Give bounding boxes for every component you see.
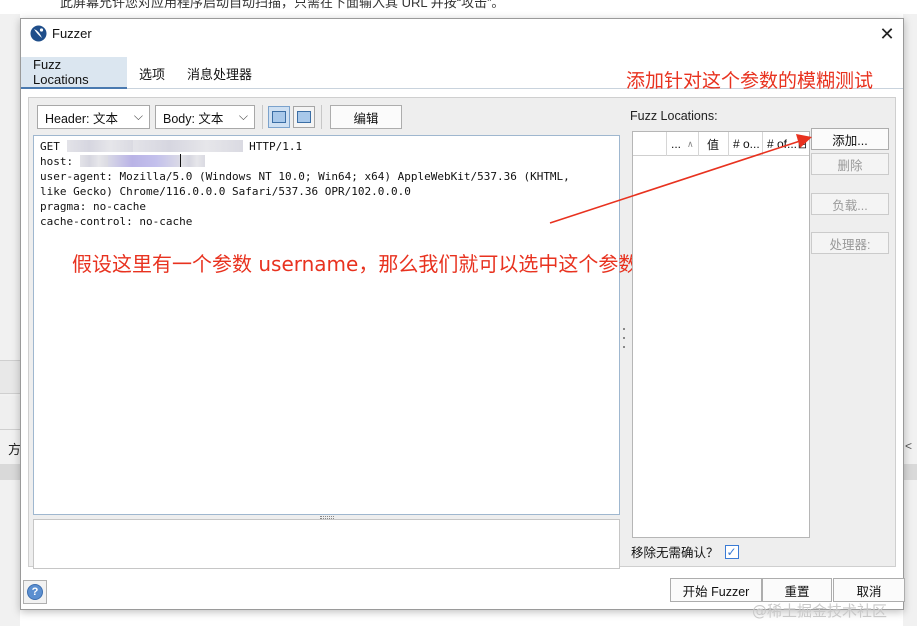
- column-chooser-icon[interactable]: ⊟: [798, 138, 807, 151]
- request-line: GET HTTP/1.1: [40, 139, 613, 154]
- toolbar-divider: [321, 105, 322, 129]
- chevron-down-icon: ⌵: [133, 109, 143, 123]
- request-header-line: cache-control: no-cache: [40, 215, 193, 228]
- remove-button-label: 删除: [837, 158, 863, 173]
- tab-message-processors[interactable]: 消息处理器: [175, 57, 264, 89]
- remove-without-confirm-row: 移除无需确认？ ✓: [631, 542, 739, 561]
- split-vertical-view-button[interactable]: [268, 106, 290, 128]
- chevron-down-icon: ⌵: [238, 109, 248, 123]
- add-button[interactable]: 添加...: [811, 128, 889, 150]
- column-header-processors[interactable]: # o...: [729, 132, 763, 156]
- remove-without-confirm-label: 移除无需确认？: [631, 546, 719, 560]
- request-header-line: like Gecko) Chrome/116.0.0.0 Safari/537.…: [40, 185, 411, 198]
- zap-logo-icon: [30, 25, 47, 42]
- request-header-line: pragma: no-cache: [40, 200, 146, 213]
- tab-label: 消息处理器: [187, 66, 253, 82]
- background-band: [903, 464, 917, 480]
- processors-button-label: 处理器:: [829, 237, 871, 252]
- reset-label: 重置: [784, 584, 810, 599]
- layout-split-icon: [272, 111, 286, 123]
- tab-label: 选项: [139, 66, 166, 82]
- watermark: @稀土掘金技术社区: [752, 602, 888, 620]
- grip-dot: [623, 346, 625, 348]
- title-bar: Fuzzer ✕: [21, 19, 903, 49]
- edit-button[interactable]: 编辑: [330, 105, 402, 129]
- payloads-button[interactable]: 负载...: [811, 193, 889, 215]
- annotation-add-fuzz: 添加针对这个参数的模糊测试: [626, 71, 874, 92]
- fuzz-locations-panel: Header: 文本 ⌵ Body: 文本 ⌵ 编辑 GET HTTP/1.1 …: [28, 97, 896, 569]
- cancel-button[interactable]: 取消: [833, 578, 905, 602]
- processors-button[interactable]: 处理器:: [811, 232, 889, 254]
- background-app-right: <: [903, 14, 917, 626]
- toolbar-divider: [262, 105, 263, 129]
- body-view-select[interactable]: Body: 文本 ⌵: [155, 105, 255, 129]
- split-horizontal-view-button[interactable]: [293, 106, 315, 128]
- request-method: GET: [40, 140, 60, 153]
- layout-tabs-icon: [297, 111, 311, 123]
- column-header-payloads[interactable]: # of... ⊟: [763, 132, 809, 156]
- background-band: [0, 464, 20, 480]
- header-view-value: Header: 文本: [45, 111, 118, 126]
- request-host-line: host:: [40, 154, 613, 169]
- window-title: Fuzzer: [52, 26, 92, 41]
- grip-dot: [623, 337, 625, 339]
- add-button-label: 添加...: [832, 133, 868, 148]
- start-fuzzer-label: 开始 Fuzzer: [682, 584, 750, 599]
- redacted-url: [66, 140, 133, 152]
- column-header-value[interactable]: 值: [699, 132, 729, 156]
- background-right-text: <: [905, 439, 913, 453]
- tab-options[interactable]: 选项: [127, 57, 177, 89]
- redacted-host: [79, 155, 108, 167]
- remove-without-confirm-checkbox[interactable]: ✓: [724, 544, 739, 559]
- start-fuzzer-button[interactable]: 开始 Fuzzer: [670, 578, 762, 602]
- column-header-blank[interactable]: [633, 132, 667, 156]
- reset-button[interactable]: 重置: [762, 578, 832, 602]
- checkmark-icon: ✓: [726, 544, 737, 559]
- vertical-splitter[interactable]: [621, 328, 627, 348]
- background-app-left: 方: [0, 14, 21, 626]
- table-header: ... ∧ 值 # o... # of... ⊟: [633, 132, 809, 156]
- tab-fuzz-locations[interactable]: Fuzz Locations: [21, 57, 127, 89]
- column-label: ...: [671, 137, 682, 151]
- fuzz-locations-table[interactable]: ... ∧ 值 # o... # of... ⊟: [632, 131, 810, 538]
- annotation-select-parameter: 假设这里有一个参数 username，那么我们就可以选中这个参数: [72, 252, 639, 276]
- request-version: HTTP/1.1: [249, 140, 303, 153]
- background-app-text: 此屏幕允许您对应用程序启动自动扫描，只需在下面输入其 URL 并按“攻击”。: [60, 0, 505, 10]
- request-header-line: user-agent: Mozilla/5.0 (Windows NT 10.0…: [40, 170, 570, 183]
- redacted-url: [132, 140, 243, 152]
- redacted-host: [180, 155, 205, 167]
- close-icon: ✕: [879, 23, 895, 44]
- background-band: [0, 396, 20, 430]
- background-band: [0, 360, 20, 394]
- fuzz-locations-label: Fuzz Locations:: [630, 109, 718, 123]
- request-editor[interactable]: GET HTTP/1.1 host: user-agent: Mozilla/5…: [33, 135, 620, 515]
- background-app-topline: 此屏幕允许您对应用程序启动自动扫描，只需在下面输入其 URL 并按“攻击”。: [0, 0, 917, 14]
- edit-button-label: 编辑: [353, 111, 379, 126]
- close-button[interactable]: ✕: [873, 21, 901, 47]
- column-header-location[interactable]: ... ∧: [667, 132, 699, 156]
- column-label: # of...: [767, 137, 798, 151]
- body-editor[interactable]: [33, 519, 620, 569]
- fuzzer-dialog: Fuzzer ✕ Fuzz Locations 选项 消息处理器 添加针对这个参…: [20, 18, 905, 610]
- payloads-button-label: 负载...: [832, 198, 868, 213]
- header-view-select[interactable]: Header: 文本 ⌵: [37, 105, 150, 129]
- sort-ascending-icon: ∧: [687, 138, 694, 149]
- remove-button[interactable]: 删除: [811, 153, 889, 175]
- column-label: 值: [707, 137, 720, 152]
- help-icon[interactable]: ?: [27, 584, 43, 600]
- tab-label: Fuzz Locations: [33, 57, 89, 87]
- body-view-value: Body: 文本: [163, 111, 224, 126]
- help-icon-glyph: ?: [31, 586, 39, 598]
- cancel-label: 取消: [856, 584, 882, 599]
- redacted-host: [107, 155, 180, 167]
- column-label: # o...: [733, 137, 760, 151]
- host-key: host:: [40, 155, 74, 168]
- grip-dot: [623, 328, 625, 330]
